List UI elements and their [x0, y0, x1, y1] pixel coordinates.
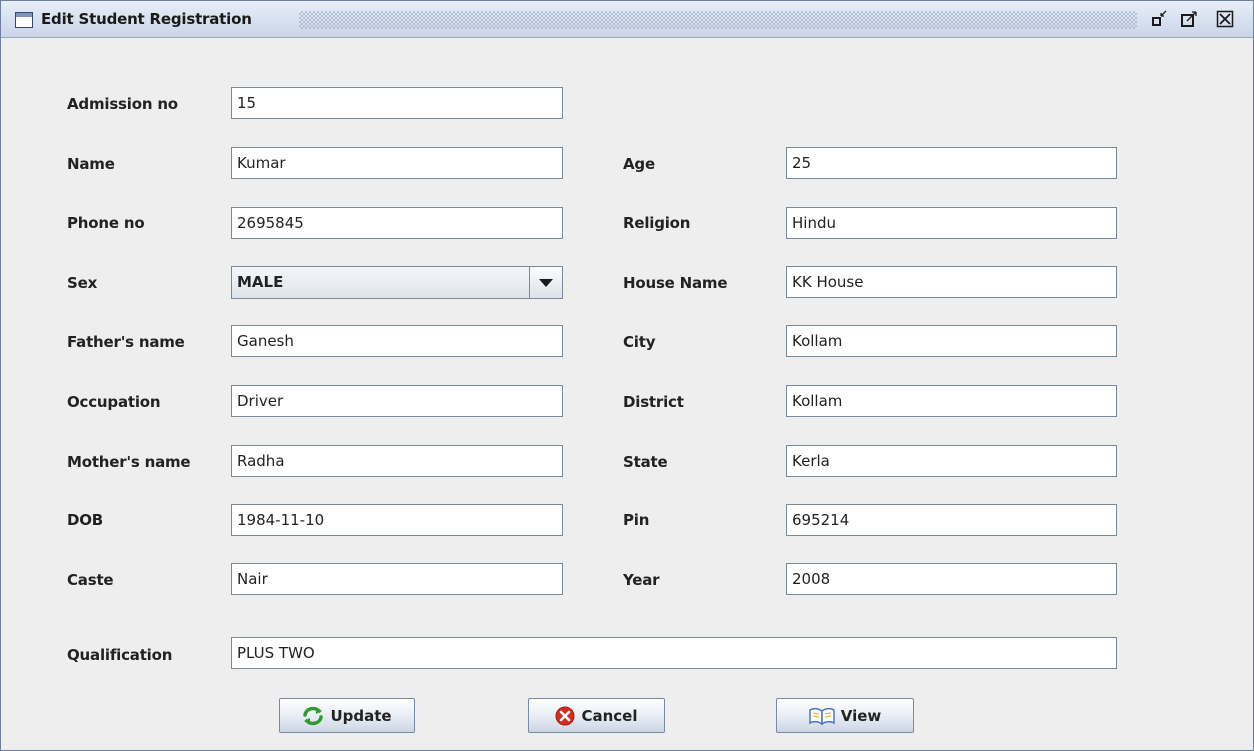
- religion-field[interactable]: [786, 207, 1117, 239]
- religion-label: Religion: [623, 214, 691, 232]
- mothers-name-field[interactable]: [231, 445, 563, 477]
- refresh-icon: [302, 706, 324, 726]
- year-label: Year: [623, 571, 660, 589]
- sex-dropdown[interactable]: MALE: [231, 266, 563, 299]
- window-title: Edit Student Registration: [41, 10, 252, 28]
- minimize-icon[interactable]: [1151, 10, 1169, 28]
- district-label: District: [623, 393, 684, 411]
- chevron-down-icon: [539, 278, 553, 287]
- caste-field[interactable]: [231, 563, 563, 595]
- close-icon[interactable]: [1216, 10, 1234, 28]
- title-bar[interactable]: Edit Student Registration: [1, 1, 1253, 38]
- title-bar-grip: [299, 11, 1137, 29]
- dropdown-arrow-button[interactable]: [529, 267, 562, 298]
- caste-label: Caste: [67, 571, 114, 589]
- view-button-label: View: [840, 706, 882, 725]
- mothers-name-label: Mother's name: [67, 453, 191, 471]
- phone-no-label: Phone no: [67, 214, 145, 232]
- house-name-field[interactable]: [786, 266, 1117, 298]
- edit-student-registration-window: Edit Student Registration Admission no N…: [0, 0, 1254, 751]
- district-field[interactable]: [786, 385, 1117, 417]
- admission-no-field[interactable]: [231, 87, 563, 119]
- cancel-button-label: Cancel: [581, 706, 638, 725]
- house-name-label: House Name: [623, 274, 728, 292]
- name-field[interactable]: [231, 147, 563, 179]
- maximize-icon[interactable]: [1180, 10, 1198, 28]
- view-button[interactable]: View: [776, 698, 914, 733]
- cancel-button[interactable]: Cancel: [528, 698, 665, 733]
- sex-label: Sex: [67, 274, 98, 292]
- pin-label: Pin: [623, 511, 650, 529]
- cancel-icon: [555, 706, 575, 726]
- qualification-label: Qualification: [67, 646, 173, 664]
- qualification-field[interactable]: [231, 637, 1117, 669]
- sex-selected-value: MALE: [237, 273, 284, 291]
- city-field[interactable]: [786, 325, 1117, 357]
- phone-no-field[interactable]: [231, 207, 563, 239]
- name-label: Name: [67, 155, 115, 173]
- age-label: Age: [623, 155, 655, 173]
- update-button[interactable]: Update: [279, 698, 415, 733]
- state-field[interactable]: [786, 445, 1117, 477]
- book-icon: [808, 707, 835, 725]
- city-label: City: [623, 333, 656, 351]
- age-field[interactable]: [786, 147, 1117, 179]
- dob-field[interactable]: [231, 504, 563, 536]
- update-button-label: Update: [330, 706, 392, 725]
- state-label: State: [623, 453, 668, 471]
- dob-label: DOB: [67, 511, 104, 529]
- occupation-field[interactable]: [231, 385, 563, 417]
- occupation-label: Occupation: [67, 393, 161, 411]
- admission-no-label: Admission no: [67, 95, 178, 113]
- year-field[interactable]: [786, 563, 1117, 595]
- window-icon: [15, 12, 33, 28]
- fathers-name-field[interactable]: [231, 325, 563, 357]
- fathers-name-label: Father's name: [67, 333, 185, 351]
- pin-field[interactable]: [786, 504, 1117, 536]
